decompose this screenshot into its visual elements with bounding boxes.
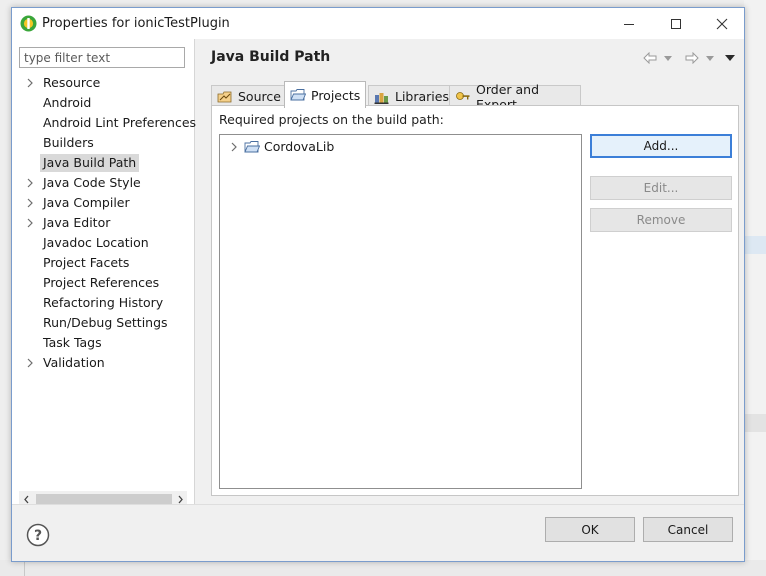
preference-tree-pane: Resource Android Android Lint Preferences B… [12, 39, 196, 508]
close-button[interactable] [699, 8, 745, 39]
minimize-icon [624, 23, 634, 25]
sidebar-item-label: Builders [43, 135, 94, 150]
add-button[interactable]: Add... [590, 134, 732, 158]
window-title: Properties for ionicTestPlugin [42, 16, 230, 31]
sidebar-item-label: Android Lint Preferences [43, 115, 197, 130]
tab-libraries[interactable]: Libraries [368, 85, 450, 107]
back-arrow-icon-glyph [643, 52, 657, 64]
sidebar-item-label: Javadoc Location [43, 235, 149, 250]
project-folder-icon [290, 88, 307, 102]
dialog-client-area: Resource Android Android Lint Preferences B… [12, 39, 744, 561]
projects-tab-panel: Required projects on the build path: Cor… [211, 105, 739, 496]
help-icon[interactable]: ? [26, 523, 50, 547]
sidebar-item-label: Project References [43, 275, 160, 290]
list-item[interactable]: CordovaLib [220, 138, 581, 156]
project-folder-icon [244, 141, 260, 153]
sidebar-item[interactable]: Project Facets [12, 253, 195, 273]
background-window-edge [744, 0, 766, 576]
chevron-down-icon [664, 55, 672, 61]
page-title: Java Build Path [211, 49, 331, 65]
chevron-right-icon[interactable] [229, 142, 239, 152]
sidebar-item-label: Project Facets [43, 255, 130, 270]
sidebar-item-label: Run/Debug Settings [43, 315, 168, 330]
title-bar[interactable]: Properties for ionicTestPlugin [12, 8, 744, 39]
dialog-button-bar: ? OK Cancel [12, 504, 744, 561]
order-export-icon [455, 90, 471, 104]
sidebar-item[interactable]: Task Tags [12, 333, 195, 353]
tab-label: Source [238, 89, 281, 104]
maximize-icon [671, 18, 681, 29]
sidebar-item-label: Resource [43, 75, 101, 90]
ok-button[interactable]: OK [545, 517, 635, 542]
forward-menu-chevron-icon[interactable] [704, 49, 716, 67]
eclipse-app-icon [20, 15, 37, 32]
required-projects-list[interactable]: CordovaLib [219, 134, 582, 489]
cancel-button[interactable]: Cancel [643, 517, 733, 542]
maximize-button[interactable] [653, 8, 699, 39]
tab-label: Libraries [395, 89, 449, 104]
sidebar-item[interactable]: Resource [12, 73, 195, 93]
sidebar-item[interactable]: Java Build Path [12, 153, 195, 173]
sidebar-item[interactable]: Run/Debug Settings [12, 313, 195, 333]
back-arrow-icon[interactable] [641, 49, 659, 67]
required-projects-label: Required projects on the build path: [219, 112, 444, 127]
source-folder-icon [217, 90, 233, 104]
svg-text:?: ? [34, 528, 42, 544]
sidebar-item[interactable]: Project References [12, 273, 195, 293]
sidebar-item-label: Java Build Path [40, 154, 140, 172]
chevron-down-icon [706, 55, 714, 61]
sidebar-item[interactable]: Android [12, 93, 195, 113]
background-highlight [744, 414, 766, 432]
tab-source[interactable]: Source [211, 85, 285, 107]
project-label: CordovaLib [264, 139, 335, 154]
edit-button[interactable]: Edit... [590, 176, 732, 200]
sidebar-item[interactable]: Javadoc Location [12, 233, 195, 253]
back-menu-chevron-icon[interactable] [662, 49, 674, 67]
libraries-icon [374, 90, 390, 104]
sidebar-item[interactable]: Android Lint Preferences [12, 113, 196, 133]
tab-label: Projects [311, 87, 361, 103]
sidebar-item-label: Java Editor [43, 215, 111, 230]
sidebar-item[interactable]: Java Compiler [12, 193, 195, 213]
tab-order-and-export[interactable]: Order and Export [449, 82, 581, 112]
sidebar-item[interactable]: Validation [12, 353, 195, 373]
sidebar-item[interactable]: Builders [12, 133, 195, 153]
minimize-button[interactable] [606, 8, 652, 39]
sidebar-item-label: Task Tags [43, 335, 102, 350]
view-menu-icon[interactable] [723, 49, 737, 67]
chevron-right-icon[interactable] [25, 218, 35, 228]
remove-button[interactable]: Remove [590, 208, 732, 232]
sidebar-item-label: Java Code Style [43, 175, 141, 190]
background-divider [24, 560, 25, 576]
history-nav [641, 49, 737, 67]
forward-arrow-icon-glyph [685, 52, 699, 64]
background-highlight [744, 236, 766, 254]
chevron-right-icon[interactable] [25, 78, 35, 88]
close-icon [716, 18, 728, 29]
chevron-right-icon[interactable] [25, 358, 35, 368]
build-path-tabs: Source Projects Libraries Order and Export [211, 81, 741, 112]
background-window-bottom [0, 560, 766, 576]
sidebar-item-label: Validation [43, 355, 105, 370]
filter-input[interactable] [19, 47, 185, 68]
tab-projects[interactable]: Projects [284, 81, 366, 108]
forward-arrow-icon[interactable] [683, 49, 701, 67]
chevron-right-icon[interactable] [25, 198, 35, 208]
properties-dialog: Properties for ionicTestPlugin Resource A… [11, 7, 745, 562]
chevron-right-icon[interactable] [25, 178, 35, 188]
sidebar-item-label: Refactoring History [43, 295, 164, 310]
sidebar-item-label: Java Compiler [43, 195, 130, 210]
sidebar-item-label: Android [43, 95, 92, 110]
sidebar-item[interactable]: Java Code Style [12, 173, 195, 193]
view-menu-chevron-icon [725, 55, 735, 61]
property-page: Java Build Path Source Projects Librarie… [209, 39, 741, 504]
sidebar-item[interactable]: Refactoring History [12, 293, 195, 313]
sidebar-item[interactable]: Java Editor [12, 213, 195, 233]
